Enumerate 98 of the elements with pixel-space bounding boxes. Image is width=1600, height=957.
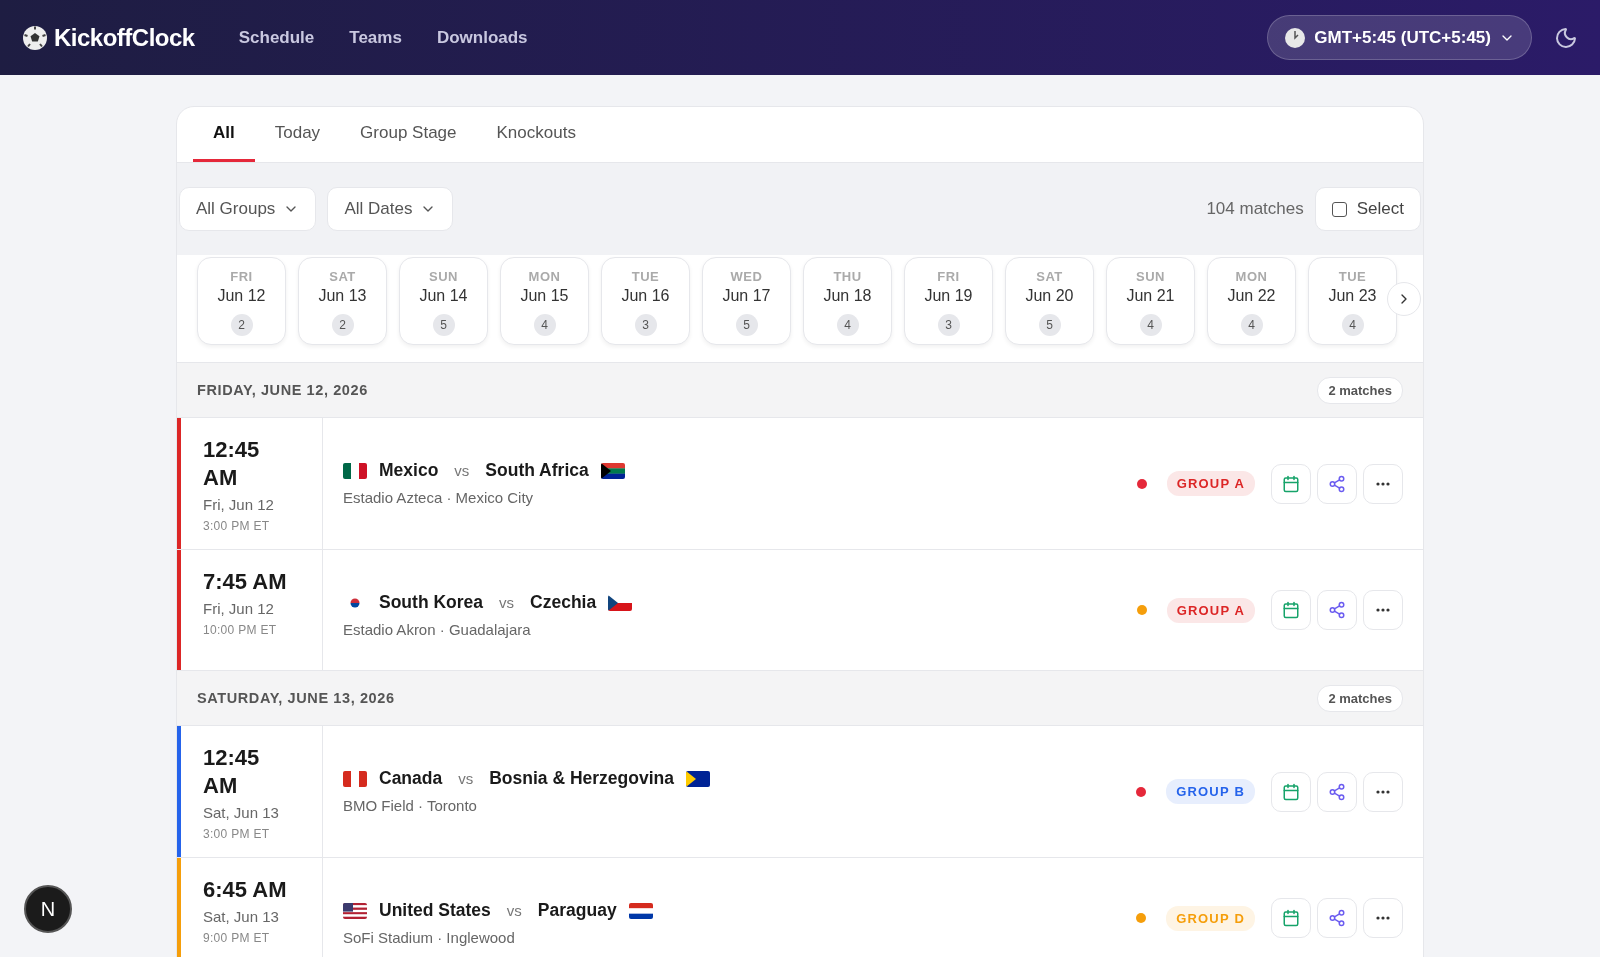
- date-filter-dropdown[interactable]: All Dates: [327, 187, 454, 231]
- more-icon: [1376, 481, 1390, 486]
- date-chip[interactable]: TUE Jun 23 4: [1308, 257, 1397, 345]
- kickoff-time: 12:45 AM: [203, 436, 261, 492]
- tab[interactable]: Knockouts: [476, 107, 596, 162]
- theme-toggle-button[interactable]: [1554, 25, 1578, 50]
- add-to-calendar-button[interactable]: [1271, 590, 1311, 630]
- match-count: 104 matches: [1206, 199, 1304, 219]
- group-tag: GROUP A: [1166, 471, 1255, 496]
- group-tag: GROUP D: [1166, 905, 1255, 931]
- calendar-icon: [1282, 782, 1300, 801]
- day-title: FRIDAY, JUNE 12, 2026: [197, 382, 368, 398]
- flag-icon: [600, 462, 625, 479]
- date-chip[interactable]: WED Jun 17 5: [702, 257, 791, 345]
- tab[interactable]: Today: [254, 107, 341, 162]
- group-tag: GROUP B: [1166, 779, 1255, 804]
- team-name: Paraguay: [537, 900, 617, 921]
- flag-icon: [628, 902, 653, 919]
- team-name: Mexico: [379, 460, 439, 481]
- timezone-selector[interactable]: GMT+5:45 (UTC+5:45): [1267, 15, 1532, 60]
- eastern-time: 9:00 PM ET: [203, 931, 271, 945]
- eastern-time: 3:00 PM ET: [203, 827, 271, 841]
- match-count-badge: 2 matches: [1317, 684, 1403, 712]
- versus-label: vs: [454, 462, 470, 479]
- flag-icon: [343, 902, 367, 919]
- kickoff-date: Sat, Jun 13: [203, 908, 280, 925]
- next-button[interactable]: [1387, 282, 1421, 316]
- more-icon: [1376, 789, 1390, 794]
- checkbox[interactable]: [1331, 201, 1347, 217]
- date-chip[interactable]: SAT Jun 13 2: [298, 257, 387, 345]
- versus-label: vs: [458, 770, 474, 787]
- share-icon: [1328, 782, 1346, 801]
- dev-tools-button[interactable]: N: [24, 885, 72, 933]
- brand-name: KickoffClock: [54, 23, 195, 52]
- date-chip[interactable]: MON Jun 15 4: [500, 257, 589, 345]
- flag-icon: [343, 462, 367, 479]
- venue: SoFi Stadium · Inglewood: [343, 929, 516, 946]
- more-icon: [1376, 608, 1390, 612]
- more-button[interactable]: [1363, 771, 1403, 812]
- date-chip[interactable]: TUE Jun 16 3: [601, 257, 690, 345]
- team-name: South Korea: [379, 592, 484, 613]
- moon-icon: [1554, 25, 1578, 50]
- date-chip[interactable]: SUN Jun 14 5: [399, 257, 488, 345]
- share-button[interactable]: [1317, 463, 1357, 504]
- team-name: South Africa: [485, 460, 589, 481]
- day-title: SATURDAY, JUNE 13, 2026: [197, 690, 395, 706]
- select-button[interactable]: Select: [1314, 187, 1421, 231]
- flag-icon: [608, 594, 633, 611]
- add-to-calendar-button[interactable]: [1271, 771, 1311, 812]
- share-button[interactable]: [1317, 590, 1357, 630]
- add-to-calendar-button[interactable]: [1271, 898, 1311, 938]
- more-button[interactable]: [1363, 590, 1403, 630]
- nav-link[interactable]: Teams: [349, 27, 402, 48]
- venue: Estadio Azteca · Mexico City: [343, 489, 535, 506]
- nav-link[interactable]: Schedule: [238, 27, 315, 48]
- flag-icon: [686, 770, 710, 787]
- venue: BMO Field · Toronto: [343, 797, 478, 814]
- group-filter-dropdown[interactable]: All Groups: [179, 187, 317, 231]
- more-button[interactable]: [1363, 898, 1403, 938]
- tab[interactable]: Group Stage: [340, 107, 477, 162]
- kickoff-date: Fri, Jun 12: [203, 496, 275, 513]
- nav-link[interactable]: Downloads: [436, 27, 528, 48]
- date-chip[interactable]: THU Jun 18 4: [803, 257, 892, 345]
- calendar-icon: [1282, 909, 1300, 927]
- share-icon: [1328, 909, 1346, 927]
- team-name: Canada: [379, 768, 443, 789]
- kickoff-date: Sat, Jun 13: [203, 804, 280, 821]
- team-name: Czechia: [530, 592, 597, 613]
- venue: Estadio Akron · Guadalajara: [343, 621, 532, 638]
- date-chip[interactable]: SUN Jun 21 4: [1106, 257, 1195, 345]
- kickoff-time: 6:45 AM: [203, 876, 288, 904]
- calendar-icon: [1282, 601, 1300, 619]
- team-name: Bosnia & Herzegovina: [489, 768, 674, 789]
- eastern-time: 3:00 PM ET: [203, 519, 271, 533]
- more-button[interactable]: [1363, 463, 1403, 504]
- kickoff-time: 12:45 AM: [203, 744, 261, 800]
- kickoff-date: Fri, Jun 12: [203, 600, 275, 617]
- flag-icon: [343, 770, 367, 787]
- kickoff-time: 7:45 AM: [203, 568, 288, 596]
- team-name: United States: [379, 900, 491, 921]
- soccer-ball-icon: [22, 24, 48, 51]
- more-icon: [1376, 916, 1390, 920]
- share-button[interactable]: [1317, 771, 1357, 812]
- versus-label: vs: [506, 902, 522, 919]
- clock-icon: [1284, 26, 1307, 49]
- group-tag: GROUP A: [1166, 597, 1255, 623]
- share-icon: [1328, 601, 1346, 619]
- date-chip[interactable]: SAT Jun 20 5: [1005, 257, 1094, 345]
- eastern-time: 10:00 PM ET: [203, 623, 278, 637]
- add-to-calendar-button[interactable]: [1271, 463, 1311, 504]
- date-chip[interactable]: FRI Jun 12 2: [197, 257, 286, 345]
- match-count-badge: 2 matches: [1317, 376, 1403, 404]
- versus-label: vs: [499, 594, 515, 611]
- date-chip[interactable]: FRI Jun 19 3: [904, 257, 993, 345]
- calendar-icon: [1282, 474, 1300, 493]
- share-button[interactable]: [1317, 898, 1357, 938]
- date-chip[interactable]: MON Jun 22 4: [1207, 257, 1296, 345]
- share-icon: [1328, 474, 1346, 493]
